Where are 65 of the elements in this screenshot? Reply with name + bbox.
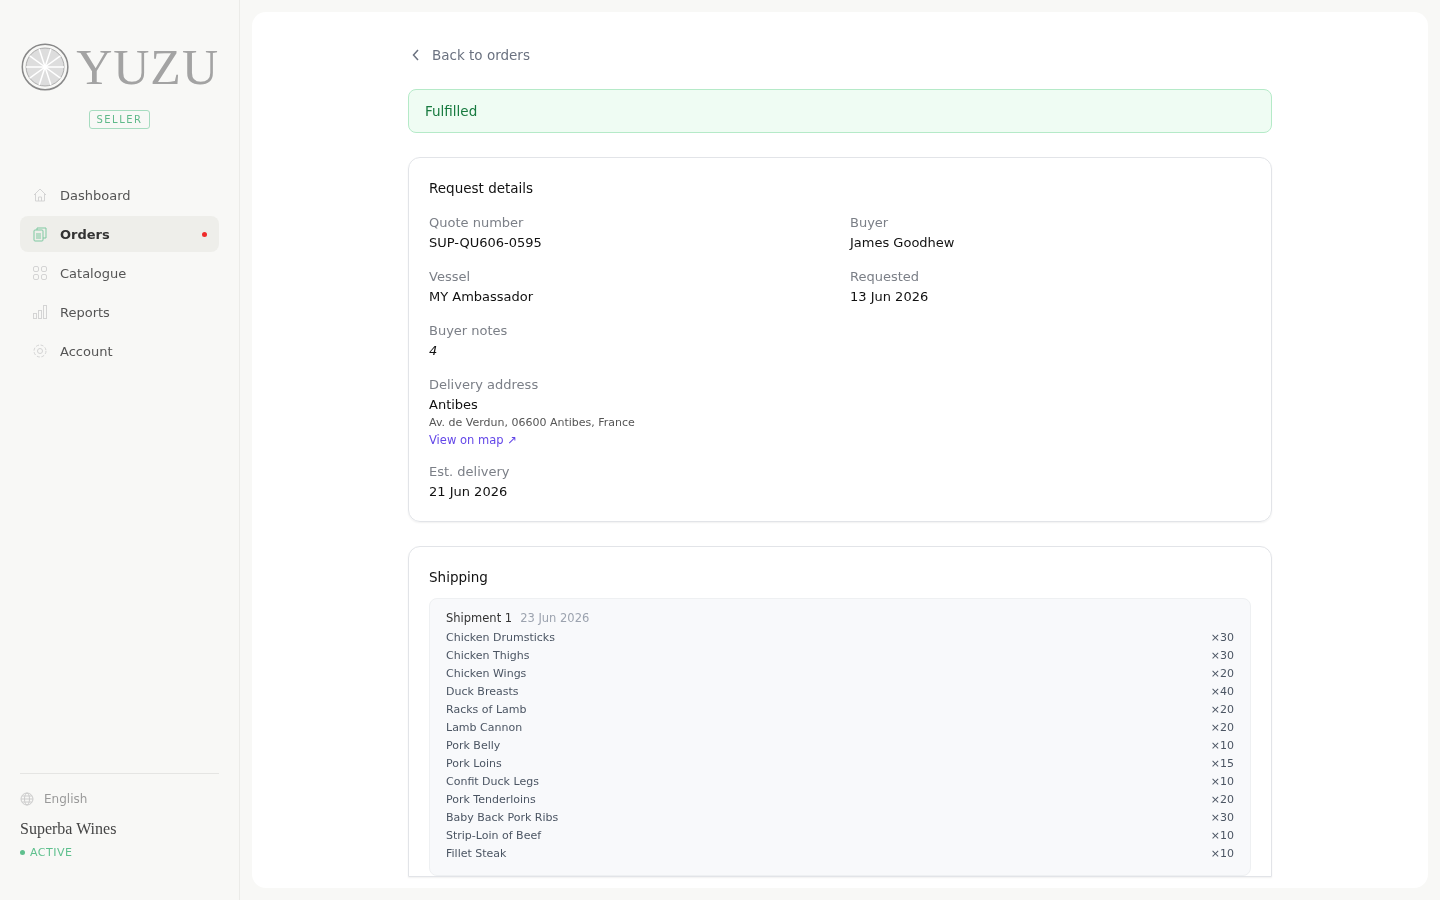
nav-item[interactable]: Orders [20, 216, 219, 252]
item-name: Duck Breasts [446, 684, 519, 700]
field-label: Delivery address [429, 376, 540, 393]
field-label: Quote number [429, 214, 525, 231]
settings-icon [32, 343, 48, 359]
field-value: James Goodhew [850, 234, 956, 252]
documents-icon [32, 226, 48, 242]
field-value: MY Ambassador [429, 288, 535, 306]
account-status: ACTIVE [30, 846, 73, 859]
item-name: Chicken Drumsticks [446, 630, 555, 646]
card-title: Request details [429, 180, 535, 196]
field-value: SUP-QU606-0595 [429, 234, 543, 252]
chevron-left-icon [412, 49, 420, 61]
field-value: Antibes [429, 396, 479, 414]
account-name: Superba Wines [20, 820, 118, 838]
item-quantity: ×10 [1210, 774, 1234, 790]
field-value: 13 Jun 2026 [850, 288, 930, 306]
status-dot [20, 850, 25, 855]
item-name: Chicken Wings [446, 666, 527, 682]
item-quantity: ×30 [1210, 630, 1234, 646]
address-line: Av. de Verdun, 06600 Antibes, France [429, 416, 636, 429]
item-quantity: ×20 [1210, 666, 1234, 682]
nav-item[interactable]: Catalogue [20, 255, 219, 291]
item-name: Strip-Loin of Beef [446, 828, 542, 844]
status-banner: Fulfilled [408, 89, 1272, 133]
field-label: Requested [850, 268, 921, 285]
grid-icon [32, 265, 48, 281]
bar-chart-icon [32, 304, 48, 320]
field-label: Buyer notes [429, 322, 509, 339]
nav-item[interactable]: Account [20, 333, 219, 369]
shipment-date: 23 Jun 2026 [520, 611, 590, 625]
item-name: Chicken Thighs [446, 648, 530, 664]
map-link[interactable]: View on map ↗ [429, 433, 517, 447]
item-quantity: ×10 [1210, 846, 1234, 862]
item-name: Pork Tenderloins [446, 792, 536, 808]
item-name: Lamb Cannon [446, 720, 523, 736]
shipment-name: Shipment 1 [446, 611, 513, 625]
item-name: Confit Duck Legs [446, 774, 539, 790]
brand-name: YUZU [76, 42, 219, 92]
item-quantity: ×40 [1210, 684, 1234, 700]
globe-icon [20, 792, 34, 806]
item-name: Baby Back Pork Ribs [446, 810, 559, 826]
item-quantity: ×10 [1210, 828, 1234, 844]
field-label: Est. delivery [429, 463, 511, 480]
field-value: 4 [429, 342, 439, 360]
item-name: Racks of Lamb [446, 702, 527, 718]
field-label: Buyer [850, 214, 890, 231]
item-quantity: ×30 [1210, 648, 1234, 664]
field-label: Vessel [429, 268, 472, 285]
nav-item[interactable]: Reports [20, 294, 219, 330]
field-value: 21 Jun 2026 [429, 483, 509, 501]
back-link[interactable]: Back to orders [412, 47, 530, 63]
card-title: Shipping [429, 569, 489, 585]
home-icon [32, 187, 48, 203]
item-name: Pork Belly [446, 738, 501, 754]
item-name: Pork Loins [446, 756, 502, 772]
seller-badge: SELLER [89, 110, 150, 129]
item-quantity: ×20 [1210, 702, 1234, 718]
nav-item[interactable]: Dashboard [20, 177, 219, 213]
item-quantity: ×15 [1210, 756, 1234, 772]
item-quantity: ×20 [1210, 792, 1234, 808]
item-quantity: ×30 [1210, 810, 1234, 826]
item-name: Fillet Steak [446, 846, 507, 862]
item-quantity: ×10 [1210, 738, 1234, 754]
item-quantity: ×20 [1210, 720, 1234, 736]
